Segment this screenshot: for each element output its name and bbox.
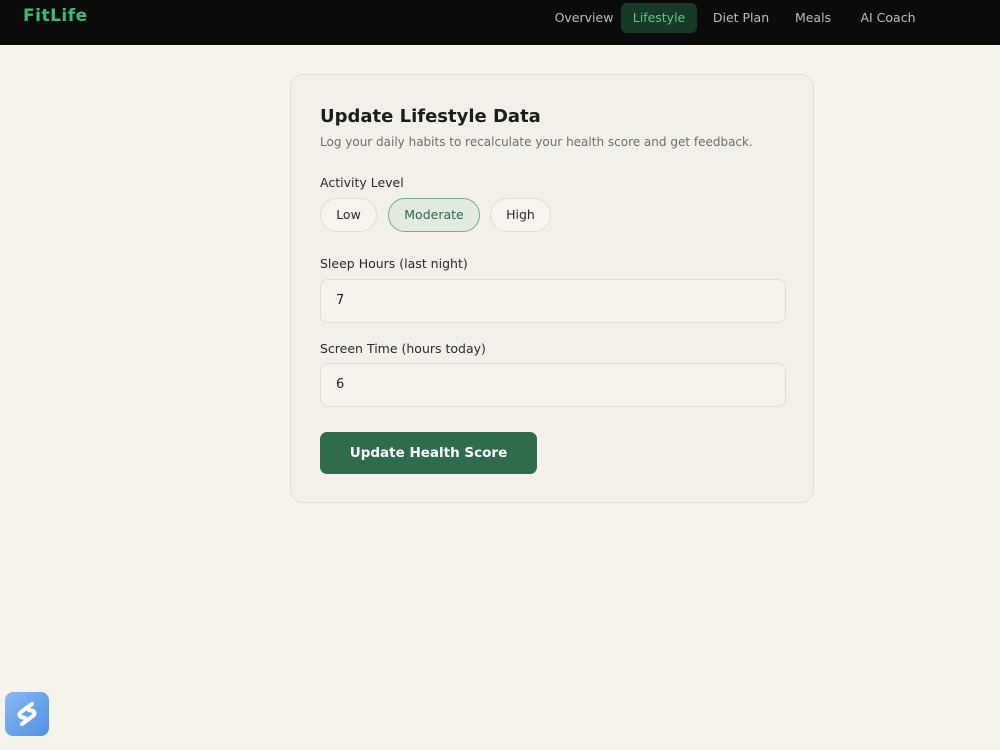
screen-time-input[interactable]: 6 [320,363,786,407]
update-health-score-button[interactable]: Update Health Score [320,432,537,474]
nav-lifestyle[interactable]: Lifestyle [621,3,697,33]
brand-logo[interactable]: FitLife [23,6,88,26]
form-subtitle: Log your daily habits to recalculate you… [320,135,753,149]
sleep-hours-label: Sleep Hours (last night) [320,256,468,271]
sleep-hours-input[interactable]: 7 [320,279,786,323]
nav-ai-coach[interactable]: AI Coach [850,3,926,33]
lifestyle-form-card: Update Lifestyle Data Log your daily hab… [290,74,814,503]
screen-time-label: Screen Time (hours today) [320,341,486,356]
nav-diet-plan[interactable]: Diet Plan [703,3,779,33]
app-shortcut-icon [17,702,37,726]
app-shortcut-button[interactable] [5,692,49,736]
nav-meals[interactable]: Meals [781,3,845,33]
activity-option-moderate[interactable]: Moderate [388,198,480,232]
form-title: Update Lifestyle Data [320,106,541,127]
activity-option-low[interactable]: Low [320,198,377,232]
top-navbar: FitLife Overview Lifestyle Diet Plan Mea… [0,0,1000,45]
activity-option-high[interactable]: High [490,198,551,232]
activity-level-label: Activity Level [320,175,404,190]
nav-overview[interactable]: Overview [546,3,622,33]
